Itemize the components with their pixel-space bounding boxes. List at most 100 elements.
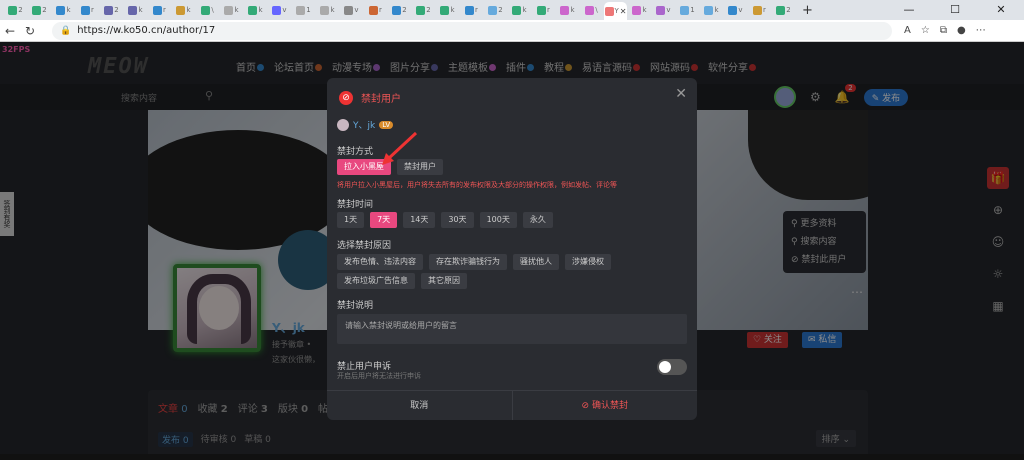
- duration-option[interactable]: 100天: [479, 212, 517, 228]
- duration-option[interactable]: 14天: [403, 212, 436, 228]
- browser-tab[interactable]: k: [556, 2, 579, 18]
- tab-favicon-icon: [201, 5, 211, 15]
- level-badge: LV: [379, 120, 394, 129]
- duration-option[interactable]: 7天: [370, 212, 398, 228]
- tab-favicon-icon: [537, 5, 547, 15]
- tab-favicon-icon: [632, 5, 642, 15]
- close-window-button[interactable]: ✕: [978, 0, 1024, 20]
- collections-icon[interactable]: ⧉: [940, 25, 947, 36]
- tab-favicon-icon: [392, 5, 402, 15]
- browser-tab[interactable]: v: [724, 2, 747, 18]
- taskbar: [0, 454, 1024, 460]
- appeal-sublabel: 开启后用户将无法进行申诉: [337, 372, 421, 380]
- tab-favicon-icon: [344, 5, 354, 15]
- tab-label: k: [642, 6, 647, 14]
- browser-tab[interactable]: 2: [388, 2, 411, 18]
- tab-label: 2: [498, 6, 503, 14]
- browser-tab[interactable]: 1: [676, 2, 699, 18]
- tab-label: k: [66, 6, 71, 14]
- duration-label: 禁封时间: [337, 200, 374, 210]
- browser-tab[interactable]: Y ✕: [604, 2, 627, 20]
- browser-tab[interactable]: r: [364, 2, 387, 18]
- tab-favicon-icon: [465, 5, 475, 15]
- browser-tab[interactable]: r: [148, 2, 171, 18]
- browser-tab[interactable]: r: [532, 2, 555, 18]
- profile-icon[interactable]: ●: [957, 25, 966, 36]
- browser-tab[interactable]: 2: [412, 2, 435, 18]
- refresh-icon[interactable]: ↻: [20, 24, 40, 38]
- browser-tab[interactable]: k: [700, 2, 723, 18]
- tab-label: 2: [18, 6, 23, 14]
- browser-tab[interactable]: k: [52, 2, 75, 18]
- modal-title: 禁封用户: [361, 94, 401, 105]
- tab-favicon-icon: [296, 5, 306, 15]
- browser-tab[interactable]: k: [436, 2, 459, 18]
- note-label: 禁封说明: [337, 301, 374, 311]
- browser-tab[interactable]: k: [508, 2, 531, 18]
- duration-option[interactable]: 30天: [441, 212, 474, 228]
- address-bar: ← ↻ 🔒 https://w.ko50.cn/author/17 A ☆ ⧉ …: [0, 20, 1024, 42]
- duration-option[interactable]: 1天: [337, 212, 365, 228]
- reason-option[interactable]: 存在欺诈骗钱行为: [429, 254, 507, 270]
- browser-tab[interactable]: 2: [28, 2, 51, 18]
- tab-label: Y: [614, 7, 619, 15]
- browser-tab[interactable]: v: [340, 2, 363, 18]
- browser-tab[interactable]: v: [268, 2, 291, 18]
- reason-option[interactable]: 发布垃圾广告信息: [337, 273, 415, 289]
- new-tab-button[interactable]: +: [802, 3, 813, 18]
- browser-tab[interactable]: 2: [100, 2, 123, 18]
- tab-label: \: [211, 6, 214, 14]
- reason-option[interactable]: 涉嫌侵权: [565, 254, 611, 270]
- close-icon[interactable]: ✕: [675, 86, 687, 102]
- read-aloud-icon[interactable]: A: [904, 25, 911, 36]
- browser-tab[interactable]: \: [580, 2, 603, 18]
- back-icon[interactable]: ←: [0, 24, 20, 38]
- browser-tab[interactable]: k: [316, 2, 339, 18]
- browser-tab[interactable]: k: [220, 2, 243, 18]
- tab-label: r: [763, 6, 766, 14]
- tab-favicon-icon: [104, 5, 114, 15]
- browser-tab[interactable]: k: [172, 2, 195, 18]
- tab-favicon-icon: [176, 5, 186, 15]
- more-icon[interactable]: ⋯: [976, 25, 986, 36]
- browser-tab[interactable]: v: [652, 2, 675, 18]
- confirm-ban-button[interactable]: ⊘ 确认禁封: [513, 391, 698, 420]
- reason-option[interactable]: 发布色情、违法内容: [337, 254, 423, 270]
- tab-label: k: [570, 6, 575, 14]
- reason-option[interactable]: 骚扰他人: [513, 254, 559, 270]
- tab-favicon-icon: [32, 5, 42, 15]
- browser-tab[interactable]: k: [244, 2, 267, 18]
- browser-tab[interactable]: r: [748, 2, 771, 18]
- browser-tab[interactable]: 2: [484, 2, 507, 18]
- appeal-toggle[interactable]: [657, 359, 687, 375]
- modal-username: Y、jk: [353, 121, 376, 131]
- tab-favicon-icon: [369, 5, 379, 15]
- browser-tab[interactable]: 2: [772, 2, 795, 18]
- browser-tab[interactable]: 1: [292, 2, 315, 18]
- tab-close-icon[interactable]: ✕: [620, 7, 627, 16]
- tab-label: k: [186, 6, 191, 14]
- browser-tab[interactable]: r: [460, 2, 483, 18]
- tab-favicon-icon: [224, 5, 234, 15]
- tab-label: k: [330, 6, 335, 14]
- reason-option[interactable]: 其它原因: [421, 273, 467, 289]
- minimize-button[interactable]: —: [886, 0, 932, 20]
- browser-tab[interactable]: k: [124, 2, 147, 18]
- url-field[interactable]: 🔒 https://w.ko50.cn/author/17: [52, 21, 892, 40]
- tab-favicon-icon: [704, 5, 714, 15]
- method-label: 禁封方式: [337, 147, 374, 157]
- browser-tab[interactable]: 2: [4, 2, 27, 18]
- tab-label: 1: [306, 6, 311, 14]
- tab-label: 2: [426, 6, 431, 14]
- maximize-button[interactable]: ☐: [932, 0, 978, 20]
- browser-tab[interactable]: r: [76, 2, 99, 18]
- modal-header: ⊘ 禁封用户: [339, 90, 401, 105]
- note-textarea[interactable]: 请输入禁封说明或给用户的留言: [337, 314, 687, 344]
- tab-label: v: [282, 6, 287, 14]
- browser-tab[interactable]: \: [196, 2, 219, 18]
- cancel-button[interactable]: 取消: [327, 391, 513, 420]
- duration-option[interactable]: 永久: [522, 212, 553, 228]
- favorite-icon[interactable]: ☆: [921, 25, 930, 36]
- browser-tab[interactable]: k: [628, 2, 651, 18]
- tab-label: \: [595, 6, 598, 14]
